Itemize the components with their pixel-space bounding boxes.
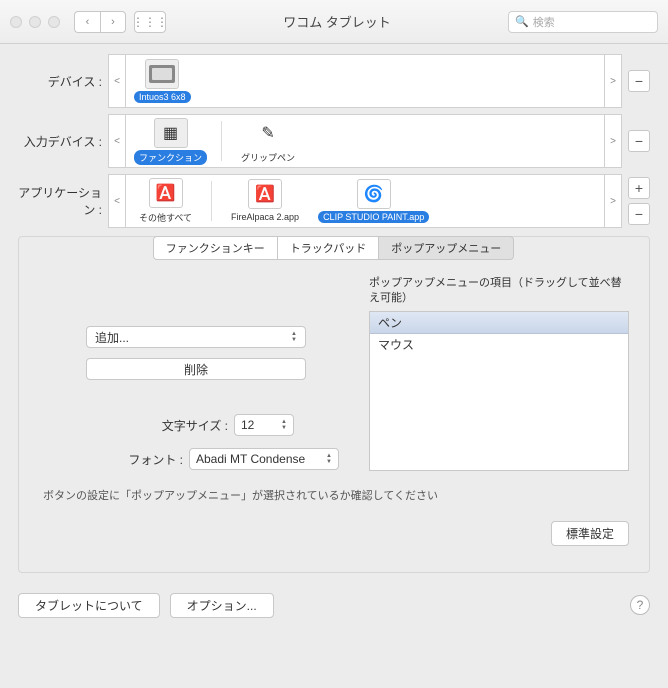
add-label: 追加...: [95, 329, 129, 346]
device-row: デバイス : < Intuos3 6x8 > −: [18, 54, 650, 108]
close-icon[interactable]: [10, 16, 22, 28]
list-item[interactable]: マウス: [370, 334, 628, 355]
device-remove-button[interactable]: −: [628, 70, 650, 92]
divider: [221, 121, 222, 161]
divider: [211, 181, 212, 221]
titlebar: ‹ › ⋮⋮⋮ ワコム タブレット 🔍 検索: [0, 0, 668, 44]
fontsize-value: 12: [241, 418, 254, 432]
popup-item-list[interactable]: ペン マウス: [369, 311, 629, 471]
bottom-bar: タブレットについて オプション... ?: [0, 583, 668, 628]
window-title: ワコム タブレット: [174, 12, 500, 31]
tab-bar: ファンクションキー トラックパッド ポップアップメニュー: [19, 236, 649, 260]
nav-buttons: ‹ ›: [74, 11, 126, 33]
input-item-functions[interactable]: ▦ ファンクション: [130, 116, 211, 167]
font-value: Abadi MT Condense: [196, 452, 305, 466]
app-list: 🅰️ その他すべて 🅰️ FireAlpaca 2.app 🌀 CLIP STU…: [126, 174, 604, 228]
input-next-button[interactable]: >: [604, 114, 622, 168]
tab-function-keys[interactable]: ファンクションキー: [153, 236, 278, 260]
tablet-icon: [145, 59, 179, 89]
device-label: デバイス :: [18, 73, 108, 90]
zoom-icon[interactable]: [48, 16, 60, 28]
default-button[interactable]: 標準設定: [551, 521, 629, 546]
app-generic-icon: 🅰️: [149, 178, 183, 208]
app-add-button[interactable]: +: [628, 177, 650, 199]
fontsize-label: 文字サイズ :: [98, 417, 228, 434]
device-next-button[interactable]: >: [604, 54, 622, 108]
search-placeholder: 検索: [533, 14, 555, 30]
back-button[interactable]: ‹: [74, 11, 100, 33]
device-prev-button[interactable]: <: [108, 54, 126, 108]
app-next-button[interactable]: >: [604, 174, 622, 228]
font-select[interactable]: Abadi MT Condense ▲▼: [189, 448, 339, 470]
stepper-icon: ▲▼: [281, 419, 287, 431]
chevron-updown-icon: ▲▼: [326, 453, 332, 465]
search-icon: 🔍: [515, 15, 529, 28]
app-item-all[interactable]: 🅰️ その他すべて: [130, 176, 201, 227]
forward-button[interactable]: ›: [100, 11, 126, 33]
add-select[interactable]: 追加... ▲▼: [86, 326, 306, 348]
input-item-pen[interactable]: ✎ グリップペン: [232, 116, 304, 167]
input-prev-button[interactable]: <: [108, 114, 126, 168]
input-remove-button[interactable]: −: [628, 130, 650, 152]
chevron-updown-icon: ▲▼: [291, 331, 297, 343]
font-label: フォント :: [53, 451, 183, 468]
device-item[interactable]: Intuos3 6x8: [130, 57, 195, 105]
tab-popup-menu[interactable]: ポップアップメニュー: [378, 236, 514, 260]
app-item-csp[interactable]: 🌀 CLIP STUDIO PAINT.app: [314, 177, 433, 225]
app-item-label: その他すべて: [134, 210, 197, 225]
functions-icon: ▦: [154, 118, 188, 148]
traffic-lights: [10, 16, 60, 28]
options-button[interactable]: オプション...: [170, 593, 274, 618]
about-button[interactable]: タブレットについて: [18, 593, 160, 618]
device-item-label: Intuos3 6x8: [134, 91, 191, 103]
fontsize-stepper[interactable]: 12 ▲▼: [234, 414, 294, 436]
minimize-icon[interactable]: [29, 16, 41, 28]
app-item-firealpaca[interactable]: 🅰️ FireAlpaca 2.app: [222, 177, 308, 225]
show-all-button[interactable]: ⋮⋮⋮: [134, 11, 166, 33]
app-item-label: FireAlpaca 2.app: [226, 211, 304, 223]
settings-panel: ファンクションキー トラックパッド ポップアップメニュー 追加... ▲▼ 削除…: [18, 236, 650, 573]
list-title: ポップアップメニューの項目（ドラッグして並べ替え可能）: [369, 276, 629, 307]
device-list: Intuos3 6x8: [126, 54, 604, 108]
input-item-label: ファンクション: [134, 150, 207, 165]
list-header[interactable]: ペン: [370, 312, 628, 334]
app-remove-button[interactable]: −: [628, 203, 650, 225]
search-input[interactable]: 🔍 検索: [508, 11, 658, 33]
app-label: アプリケーション :: [18, 184, 108, 218]
hint-text: ボタンの設定に「ポップアップメニュー」が選択されているか確認してください: [19, 479, 649, 511]
app-item-label: CLIP STUDIO PAINT.app: [318, 211, 429, 223]
input-item-label: グリップペン: [236, 150, 300, 165]
tab-trackpad[interactable]: トラックパッド: [277, 236, 379, 260]
app-prev-button[interactable]: <: [108, 174, 126, 228]
pen-icon: ✎: [251, 118, 285, 148]
help-button[interactable]: ?: [630, 595, 650, 615]
delete-button[interactable]: 削除: [86, 358, 306, 380]
clipstudio-icon: 🌀: [357, 179, 391, 209]
input-list: ▦ ファンクション ✎ グリップペン: [126, 114, 604, 168]
input-row: 入力デバイス : < ▦ ファンクション ✎ グリップペン > −: [18, 114, 650, 168]
app-row: アプリケーション : < 🅰️ その他すべて 🅰️ FireAlpaca 2.a…: [18, 174, 650, 228]
input-label: 入力デバイス :: [18, 133, 108, 150]
firealpaca-icon: 🅰️: [248, 179, 282, 209]
